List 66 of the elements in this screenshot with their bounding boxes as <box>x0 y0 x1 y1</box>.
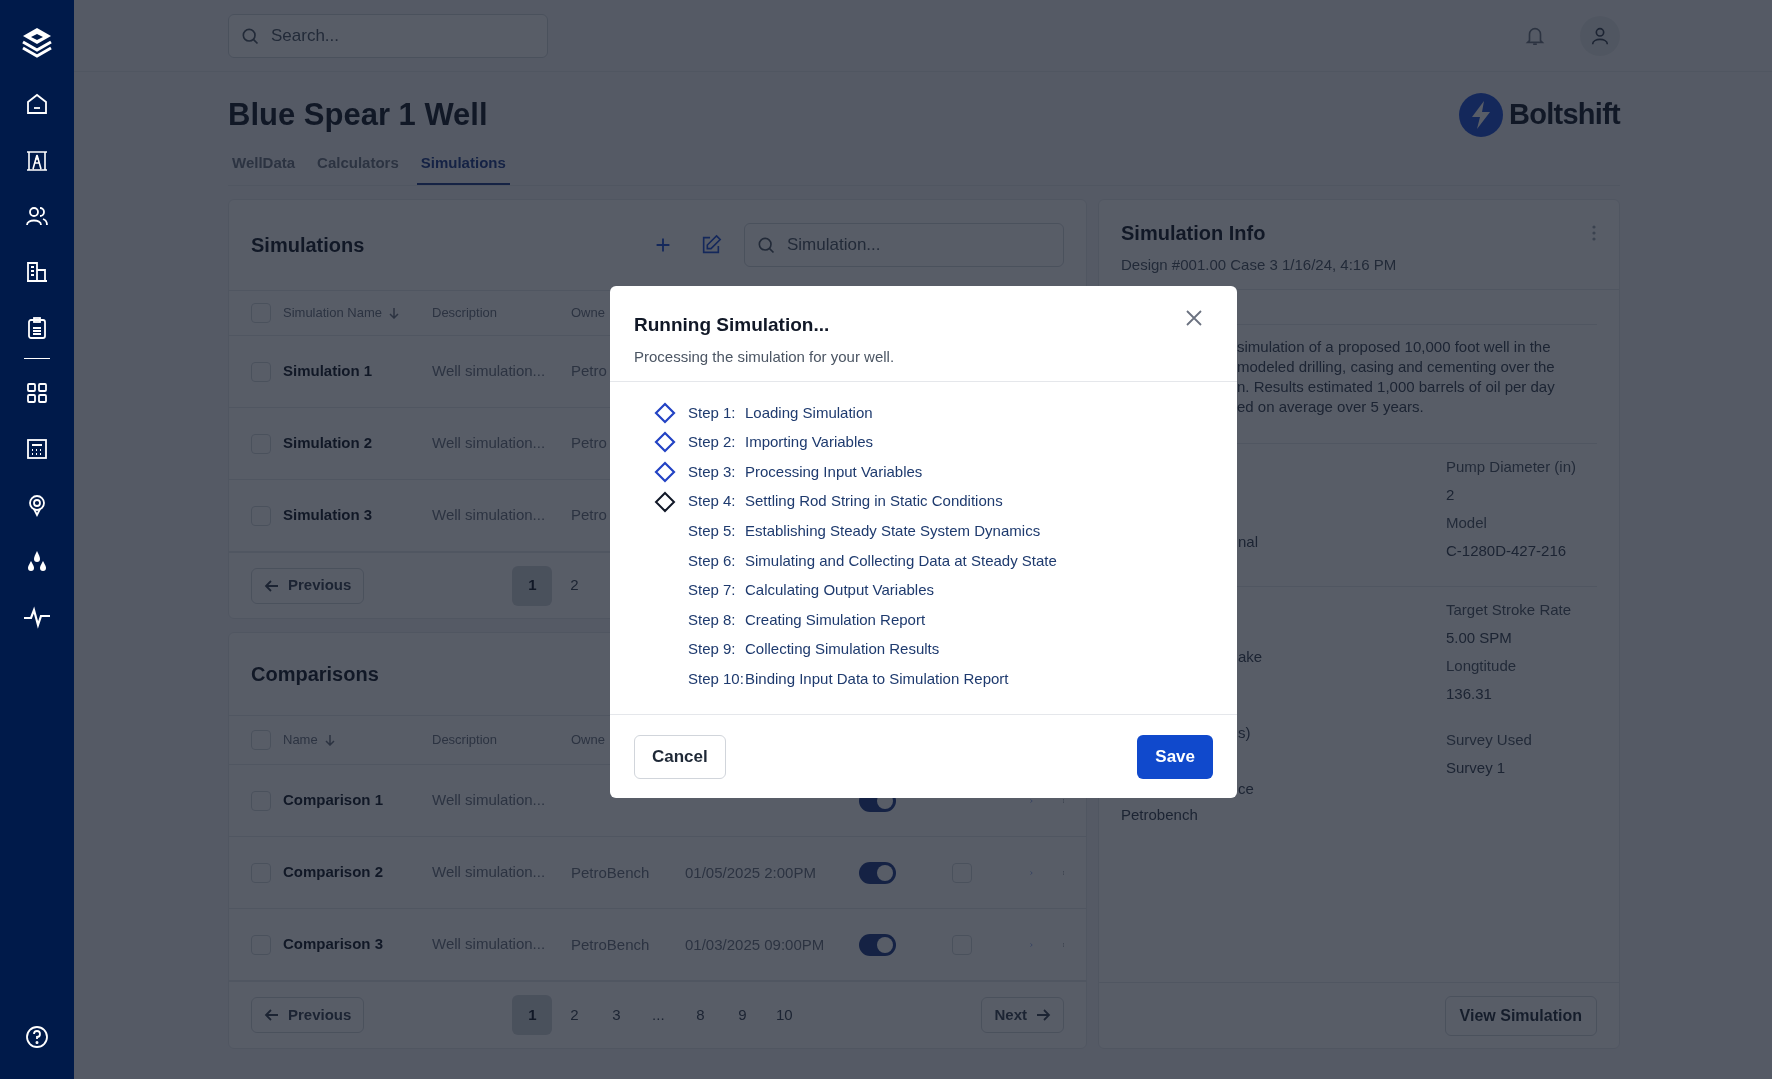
field-value: C-1280D-427-216 <box>1446 541 1568 561</box>
step-text: Simulating and Collecting Data at Steady State <box>745 550 1057 571</box>
step-text: Importing Variables <box>745 432 874 453</box>
step-label: Step 6: <box>688 550 737 571</box>
save-button[interactable]: Save <box>1137 734 1213 779</box>
step-label: Step 1: <box>688 402 737 423</box>
home-icon[interactable] <box>25 92 49 116</box>
brand-name: Boltshift <box>1508 97 1620 133</box>
card-title: Simulations <box>251 233 365 258</box>
page-button[interactable]: 2 <box>554 565 595 606</box>
help-icon[interactable] <box>25 1025 49 1049</box>
page-button[interactable]: ... <box>638 995 679 1035</box>
page-title: Blue Spear 1 Well <box>228 95 488 134</box>
field-value: 5.00 SPM <box>1446 628 1513 648</box>
card-title: Simulation Info <box>1121 221 1267 246</box>
field-value: 136.31 <box>1446 684 1493 704</box>
field-text: nal <box>1238 533 1259 550</box>
step-label: Step 3: <box>688 461 737 482</box>
clipboard-icon[interactable] <box>25 316 49 340</box>
cancel-button[interactable]: Cancel <box>634 734 726 779</box>
description-text: modeled drilling, casing and cementing over the <box>1237 357 1556 377</box>
step-label: Step 10: <box>688 668 745 689</box>
step-text: Collecting Simulation Results <box>745 639 940 660</box>
comparison-name: Comparison 1 <box>283 790 385 811</box>
page-button[interactable]: 8 <box>680 995 721 1035</box>
building-icon[interactable] <box>25 260 49 284</box>
dialog-subtitle: Processing the simulation for your well. <box>634 346 895 367</box>
step-text: Calculating Output Variables <box>745 580 934 601</box>
page-button[interactable]: 3 <box>596 995 637 1035</box>
step-label: Step 5: <box>688 520 737 541</box>
page-button[interactable]: 10 <box>764 995 805 1035</box>
step-label: Step 9: <box>688 639 737 660</box>
calculator-icon[interactable] <box>25 437 49 461</box>
grid-icon[interactable] <box>25 381 49 405</box>
field-text: ake <box>1238 648 1263 665</box>
card-title: Comparisons <box>251 662 379 687</box>
field-text: Petrobench <box>1121 806 1198 823</box>
close-icon[interactable] <box>1185 309 1203 327</box>
step-text: Creating Simulation Report <box>745 609 926 630</box>
pulse-icon[interactable] <box>23 605 51 629</box>
step-text: Processing Input Variables <box>745 461 923 482</box>
dialog-title: Running Simulation... <box>634 313 831 337</box>
field-text: ce <box>1238 780 1254 797</box>
page-button[interactable]: 2 <box>554 995 595 1035</box>
comparison-name: Comparison 3 <box>283 934 385 955</box>
step-text: Loading Simulation <box>745 402 873 423</box>
step-label: Step 4: <box>688 491 737 512</box>
field-value: Survey 1 <box>1446 758 1507 778</box>
simulation-name: Simulation 1 <box>283 361 374 382</box>
simulation-name: Simulation 3 <box>283 505 374 526</box>
step-label: Step 8: <box>688 609 737 630</box>
drops-icon[interactable] <box>25 549 49 573</box>
field-text: s) <box>1238 724 1251 741</box>
step-text: Binding Input Data to Simulation Report <box>745 668 1009 689</box>
field-value: 2 <box>1446 485 1456 505</box>
step-text: Settling Rod String in Static Conditions <box>745 491 1003 512</box>
page-button[interactable]: 9 <box>722 995 763 1035</box>
step-label: Step 2: <box>688 432 737 453</box>
simulation-name: Simulation 2 <box>283 433 374 454</box>
step-text: Establishing Steady State System Dynamics <box>745 520 1041 541</box>
description-text: n. Results estimated 1,000 barrels of oil per day <box>1237 377 1556 397</box>
description-text: simulation of a proposed 10,000 foot well in the <box>1237 337 1552 357</box>
users-icon[interactable] <box>25 204 49 228</box>
step-label: Step 7: <box>688 580 737 601</box>
comparison-name: Comparison 2 <box>283 862 385 883</box>
description-text: ed on average over 5 years. <box>1237 397 1425 417</box>
